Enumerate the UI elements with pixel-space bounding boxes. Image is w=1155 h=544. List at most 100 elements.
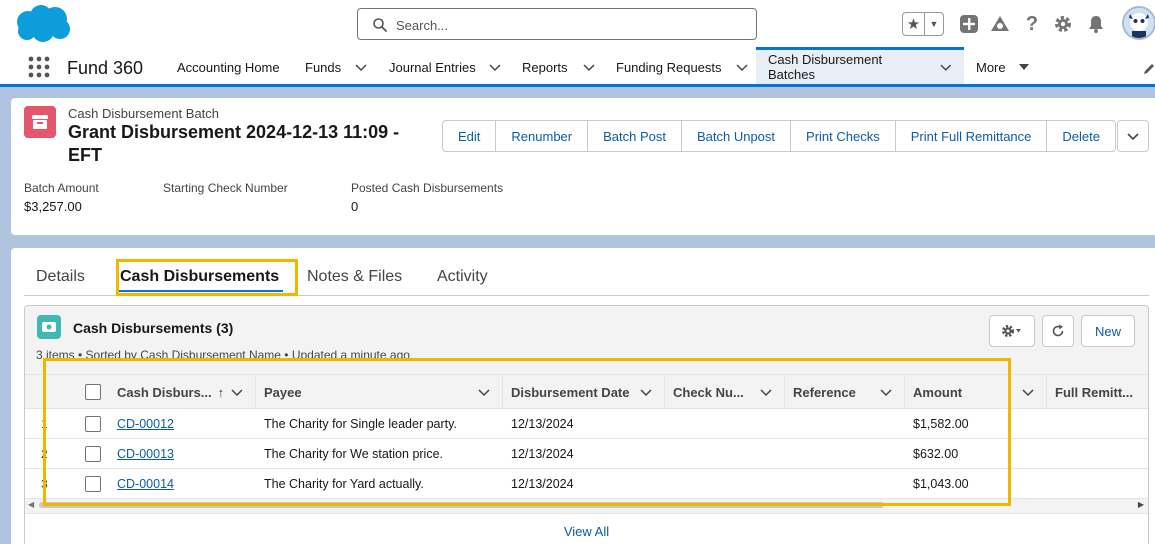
cell-amount: $632.00 (913, 447, 959, 461)
column-header-label: Payee (264, 384, 302, 400)
table-row: 1 CD-00012 The Charity for Single leader… (25, 409, 1148, 439)
chevron-down-icon[interactable] (640, 386, 652, 398)
cell-payee: The Charity for Single leader party. (264, 417, 457, 431)
tab-notes-files[interactable]: Notes & Files (307, 268, 402, 286)
nav-item-journal-entries[interactable]: Journal Entries (389, 50, 501, 84)
batch-unpost-button[interactable]: Batch Unpost (682, 121, 792, 151)
column-header-reference[interactable]: Reference (785, 375, 905, 409)
app-navigation-bar: Fund 360 Accounting Home Funds Journal E… (0, 47, 1155, 87)
chevron-down-icon[interactable] (355, 61, 367, 73)
nav-item-label: Accounting Home (177, 59, 280, 75)
chevron-down-icon[interactable] (1022, 386, 1034, 398)
app-launcher-icon[interactable] (28, 56, 50, 78)
new-button[interactable]: New (1081, 315, 1135, 347)
chevron-down-icon[interactable] (760, 386, 772, 398)
field-label: Batch Amount (24, 181, 99, 195)
related-list-title: Cash Disbursements (3) (73, 320, 234, 336)
column-header-check-number[interactable]: Check Nu... (665, 375, 785, 409)
user-avatar[interactable] (1122, 6, 1155, 40)
horizontal-scrollbar[interactable]: ◀ ▶ (25, 499, 1148, 511)
record-actions-group: Edit Renumber Batch Post Batch Unpost Pr… (442, 120, 1116, 152)
select-all-checkbox[interactable] (85, 384, 101, 400)
nav-item-more[interactable]: More (976, 50, 1030, 84)
nav-item-label: More (976, 59, 1006, 75)
row-checkbox[interactable] (85, 476, 101, 492)
cash-disbursements-related-list: Cash Disbursements (3) 3 items • Sorted … (24, 305, 1149, 544)
edit-nav-pencil-icon[interactable] (1142, 62, 1155, 76)
setup-gear-icon[interactable] (1052, 13, 1074, 35)
cell-payee: The Charity for We station price. (264, 447, 444, 461)
record-link[interactable]: CD-00014 (117, 477, 174, 491)
search-icon (373, 18, 387, 32)
nav-item-cash-disbursement-batches[interactable]: Cash Disbursement Batches (756, 47, 964, 84)
search-input[interactable] (396, 15, 736, 35)
cell-amount: $1,582.00 (913, 417, 969, 431)
help-icon[interactable]: ? (1021, 13, 1043, 35)
refresh-button[interactable] (1042, 315, 1074, 347)
column-header-amount[interactable]: Amount (905, 375, 1047, 409)
more-actions-button[interactable] (1117, 120, 1149, 152)
tab-details[interactable]: Details (36, 268, 85, 286)
row-checkbox[interactable] (85, 446, 101, 462)
table-header-row: Cash Disburs... ↑ Payee Disbursement Dat… (25, 375, 1148, 409)
field-value: 0 (351, 199, 359, 214)
record-link[interactable]: CD-00012 (117, 417, 174, 431)
nav-item-funds[interactable]: Funds (305, 50, 367, 84)
batch-post-button[interactable]: Batch Post (588, 121, 682, 151)
edit-button[interactable]: Edit (443, 121, 497, 151)
print-full-remittance-button[interactable]: Print Full Remittance (896, 121, 1048, 151)
field-label: Starting Check Number (163, 181, 288, 195)
record-object-type: Cash Disbursement Batch (68, 106, 220, 121)
tab-activity[interactable]: Activity (437, 268, 488, 286)
notifications-bell-icon[interactable] (1085, 13, 1107, 35)
table-row: 3 CD-00014 The Charity for Yard actually… (25, 469, 1148, 499)
renumber-button[interactable]: Renumber (496, 121, 589, 151)
trailhead-icon[interactable] (989, 13, 1011, 35)
chevron-down-icon[interactable] (880, 386, 892, 398)
chevron-down-icon (1127, 133, 1139, 141)
sort-ascending-icon: ↑ (217, 384, 225, 400)
row-checkbox[interactable] (85, 416, 101, 432)
global-search[interactable] (357, 8, 757, 40)
nav-item-label: Funding Requests (616, 59, 722, 75)
list-settings-button[interactable] (989, 315, 1035, 347)
scrollbar-thumb[interactable] (39, 502, 884, 508)
chevron-down-icon[interactable] (231, 386, 243, 398)
nav-item-funding-requests[interactable]: Funding Requests (616, 50, 748, 84)
table-row: 2 CD-00013 The Charity for We station pr… (25, 439, 1148, 469)
cell-reference (785, 409, 793, 439)
delete-button[interactable]: Delete (1047, 121, 1115, 151)
scroll-left-arrow-icon[interactable]: ◀ (28, 500, 34, 509)
row-number: 2 (41, 447, 48, 461)
nav-item-reports[interactable]: Reports (522, 50, 595, 84)
row-number: 1 (41, 417, 48, 431)
refresh-icon (1052, 324, 1064, 337)
column-header-disbursement-date[interactable]: Disbursement Date (503, 375, 665, 409)
global-header: ★ ▼ ? (0, 0, 1155, 50)
nav-item-accounting-home[interactable]: Accounting Home (177, 50, 280, 84)
column-header-full-remittance[interactable]: Full Remitt... (1047, 375, 1148, 409)
cell-check-number (665, 469, 673, 499)
global-actions-icon[interactable] (958, 13, 980, 35)
salesforce-logo[interactable] (13, 4, 73, 44)
tab-highlight-box (116, 259, 298, 296)
print-checks-button[interactable]: Print Checks (791, 121, 896, 151)
cell-payee: The Charity for Yard actually. (264, 477, 424, 491)
column-header-cash-disbursement-name[interactable]: Cash Disburs... ↑ (109, 375, 256, 409)
chevron-down-icon[interactable] (478, 386, 490, 398)
chevron-down-icon[interactable] (583, 61, 595, 73)
record-title: Grant Disbursement 2024-12-13 11:09 - EF… (68, 122, 400, 165)
column-header-payee[interactable]: Payee (256, 375, 503, 409)
scroll-right-arrow-icon[interactable]: ▶ (1138, 500, 1144, 509)
field-posted-cash-disbursements: Posted Cash Disbursements 0 (351, 181, 503, 214)
view-all-link[interactable]: View All (564, 524, 609, 544)
field-starting-check-number: Starting Check Number (163, 181, 288, 199)
caret-down-icon[interactable] (1018, 61, 1030, 73)
record-link[interactable]: CD-00013 (117, 447, 174, 461)
chevron-down-icon[interactable] (735, 61, 748, 73)
favorite-star-icon[interactable]: ★ (903, 13, 925, 35)
chevron-down-icon[interactable] (489, 61, 501, 73)
view-all-footer: View All (25, 513, 1148, 544)
chevron-down-icon[interactable] (940, 61, 952, 73)
favorites-dropdown-icon[interactable]: ▼ (925, 13, 943, 35)
